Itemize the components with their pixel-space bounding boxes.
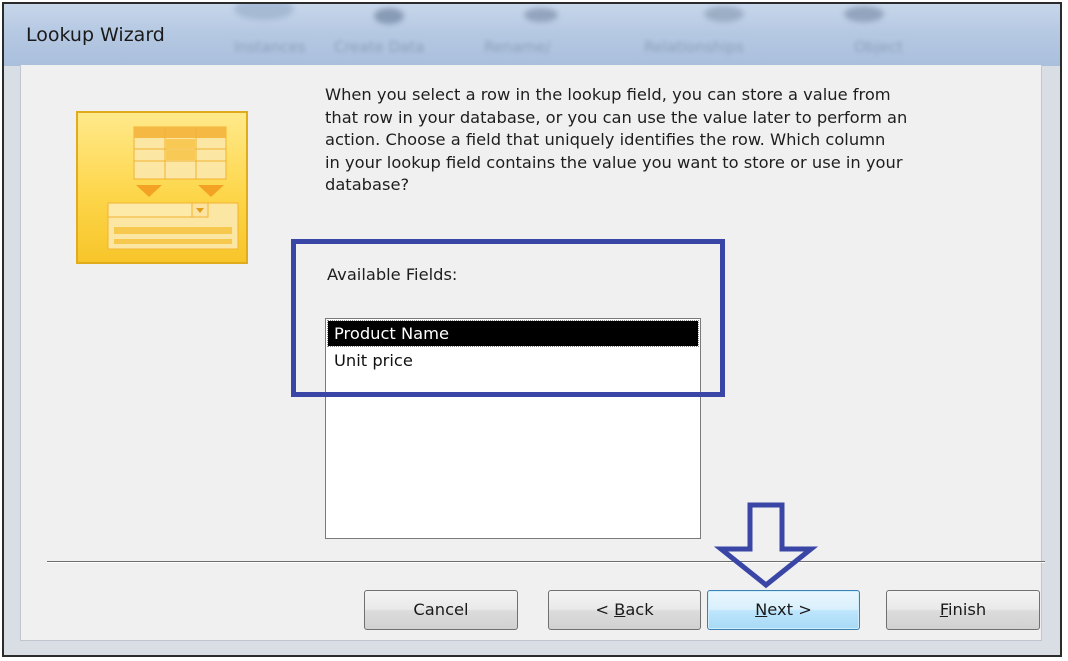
cancel-button-label: Cancel [413, 600, 469, 619]
blurred-ribbon-shape [844, 6, 884, 22]
available-fields-listbox[interactable]: Product Name Unit price [325, 318, 701, 539]
next-button-mnemonic: N [755, 600, 768, 619]
cancel-button[interactable]: Cancel [364, 590, 518, 630]
next-button[interactable]: Next > [707, 590, 860, 630]
finish-button[interactable]: Finish [886, 590, 1040, 630]
list-item-unit-price[interactable]: Unit price [328, 348, 698, 373]
button-separator [47, 561, 1045, 563]
finish-button-rest: inish [948, 600, 987, 619]
lookup-wizard-window: Instances Create Data Rename/ Relationsh… [2, 2, 1062, 657]
lookup-wizard-illustration [76, 111, 248, 264]
back-button-rest: ack [625, 600, 654, 619]
table-to-combo-icon [107, 126, 239, 250]
available-fields-label: Available Fields: [327, 265, 458, 284]
blurred-ribbon-text: Instances [234, 38, 306, 56]
blurred-ribbon-shape [524, 8, 558, 22]
blurred-ribbon-text: Relationships [644, 38, 744, 56]
finish-button-mnemonic: F [939, 600, 948, 619]
annotation-down-arrow-icon [713, 502, 819, 589]
wizard-body: When you select a row in the lookup fiel… [20, 65, 1045, 641]
blurred-ribbon-text: Object [854, 38, 903, 56]
blurred-ribbon-text: Create Data [334, 38, 425, 56]
blurred-ribbon-text: Rename/ [484, 38, 551, 56]
back-button[interactable]: < Back [548, 590, 701, 630]
back-button-prefix: < [595, 600, 615, 619]
window-title: Lookup Wizard [26, 24, 165, 46]
back-button-mnemonic: B [614, 600, 626, 619]
list-item-product-name[interactable]: Product Name [327, 320, 699, 347]
title-bar[interactable]: Instances Create Data Rename/ Relationsh… [4, 4, 1060, 66]
blurred-ribbon-shape [374, 8, 404, 24]
instructions-text: When you select a row in the lookup fiel… [325, 85, 908, 194]
blurred-ribbon-shape [234, 4, 294, 20]
blurred-ribbon-shape [704, 6, 744, 22]
next-button-rest: ext > [767, 600, 812, 619]
